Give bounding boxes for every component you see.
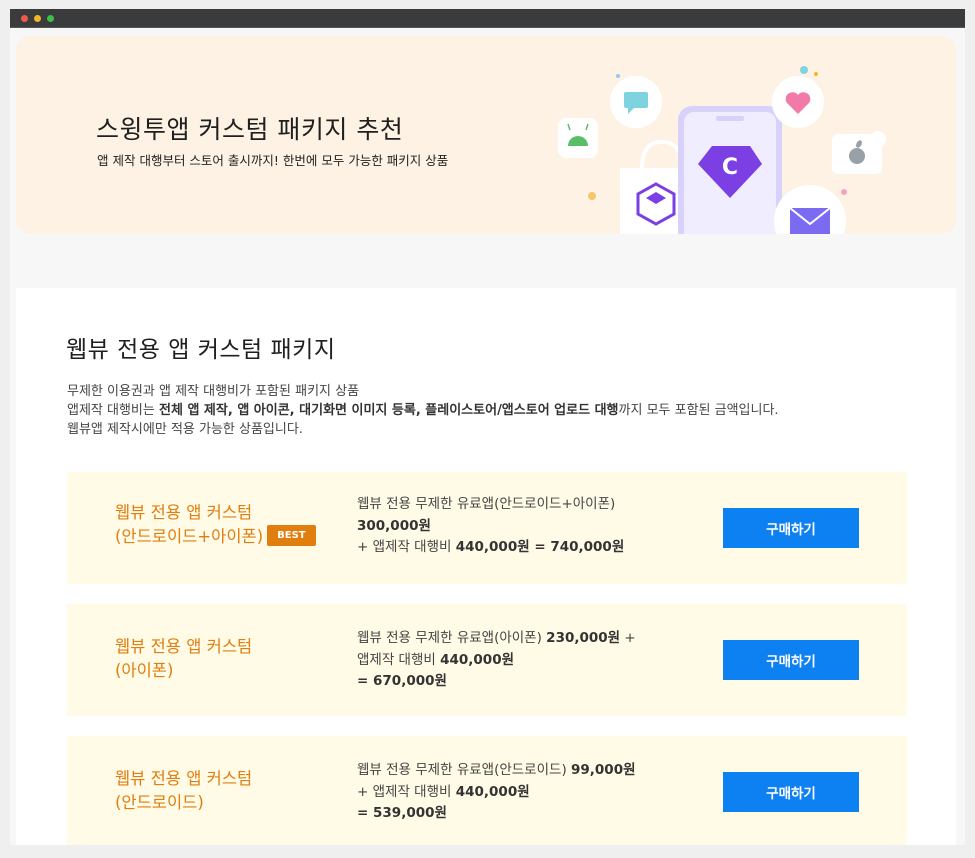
mail-icon: [774, 185, 846, 234]
package-name-line-2: (아이폰): [115, 661, 174, 680]
package-name: 웹뷰 전용 앱 커스텀 (아이폰): [115, 635, 252, 683]
decor-dot-icon: [588, 192, 596, 200]
banner-subtitle: 앱 제작 대행부터 스토어 출시까지! 한번에 모두 가능한 패키지 상품: [97, 153, 449, 168]
detail-total: = 670,000원: [357, 673, 447, 689]
banner-title: 스윙투앱 커스텀 패키지 추천: [96, 115, 404, 144]
buy-button[interactable]: 구매하기: [723, 772, 859, 812]
detail-line-1-text: 웹뷰 전용 무제한 유료앱(아이폰): [357, 630, 547, 646]
desc-line-2: 앱제작 대행비는 전체 앱 제작, 앱 아이콘, 대기화면 이미지 등록, 플레…: [67, 401, 779, 420]
desc-line-2-bold: 전체 앱 제작, 앱 아이콘, 대기화면 이미지 등록, 플레이스토어/앱스토어…: [159, 403, 619, 418]
detail-line-1: 웹뷰 전용 무제한 유료앱(안드로이드+아이폰): [357, 496, 616, 512]
banner-illustration: C: [558, 66, 886, 234]
package-name-line-1: 웹뷰 전용 앱 커스텀: [115, 769, 253, 788]
heart-icon: [772, 76, 824, 128]
minimize-window-button[interactable]: [34, 15, 41, 22]
package-detail: 웹뷰 전용 무제한 유료앱(아이폰) 230,000원 + 앱제작 대행비 44…: [357, 628, 636, 693]
android-icon: [558, 118, 598, 158]
detail-price: 99,000원: [571, 762, 636, 778]
titlebar-divider: [10, 27, 965, 28]
desc-line-1: 무제한 이용권과 앱 제작 대행비가 포함된 패키지 상품: [67, 384, 360, 399]
package-name-line-2: (안드로이드): [115, 793, 204, 812]
package-name-line-1: 웹뷰 전용 앱 커스텀: [115, 503, 253, 522]
package-name-line-1: 웹뷰 전용 앱 커스텀: [115, 637, 253, 656]
detail-total: = 539,000원: [357, 805, 447, 821]
detail-line-2-text: + 앱제작 대행비: [357, 783, 456, 800]
package-card-android-iphone: 웹뷰 전용 앱 커스텀 (안드로이드+아이폰) BEST 웹뷰 전용 무제한 유료…: [67, 472, 907, 584]
detail-line-2-text: 앱제작 대행비: [357, 651, 441, 668]
decor-dot-icon: [616, 74, 620, 78]
detail-total: 440,000원 = 740,000원: [455, 539, 625, 555]
close-window-button[interactable]: [21, 15, 28, 22]
detail-price: 300,000원: [357, 517, 431, 534]
promo-banner: 스윙투앱 커스텀 패키지 추천 앱 제작 대행부터 스토어 출시까지! 한번에 …: [16, 36, 956, 234]
decor-dot-icon: [814, 72, 818, 76]
desc-line-2-post: 까지 모두 포함된 금액입니다.: [618, 403, 779, 418]
detail-line-1-text: 웹뷰 전용 무제한 유료앱(안드로이드): [357, 762, 571, 778]
detail-line-1-tail: +: [620, 630, 636, 646]
package-section: 웹뷰 전용 앱 커스텀 패키지 무제한 이용권과 앱 제작 대행비가 포함된 패…: [16, 288, 956, 845]
package-name-line-2: (안드로이드+아이폰): [115, 527, 264, 546]
package-name: 웹뷰 전용 앱 커스텀 (안드로이드): [115, 767, 252, 815]
apple-icon: [832, 131, 886, 174]
phone-icon: C: [678, 106, 782, 234]
detail-fee: 440,000원: [455, 783, 530, 800]
buy-button[interactable]: 구매하기: [723, 640, 859, 680]
section-description: 무제한 이용권과 앱 제작 대행비가 포함된 패키지 상품 앱제작 대행비는 전…: [67, 382, 779, 439]
chat-icon: [610, 76, 662, 128]
desc-line-3: 웹뷰앱 제작시에만 적용 가능한 상품입니다.: [67, 422, 303, 437]
maximize-window-button[interactable]: [47, 15, 54, 22]
desc-line-2-pre: 앱제작 대행비는: [67, 403, 159, 418]
phone-badge-letter: C: [722, 155, 738, 180]
detail-line-3-text: + 앱제작 대행비: [357, 539, 456, 555]
section-title: 웹뷰 전용 앱 커스텀 패키지: [66, 337, 336, 363]
package-detail: 웹뷰 전용 무제한 유료앱(안드로이드+아이폰) 300,000원 + 앱제작 …: [357, 494, 624, 559]
window-titlebar: [10, 9, 965, 28]
package-card-iphone: 웹뷰 전용 앱 커스텀 (아이폰) 웹뷰 전용 무제한 유료앱(아이폰) 230…: [67, 604, 907, 716]
package-detail: 웹뷰 전용 무제한 유료앱(안드로이드) 99,000원 + 앱제작 대행비 4…: [357, 760, 636, 825]
decor-dot-icon: [800, 66, 808, 74]
package-name: 웹뷰 전용 앱 커스텀 (안드로이드+아이폰) BEST: [115, 501, 316, 549]
decor-dot-icon: [841, 189, 847, 195]
buy-button[interactable]: 구매하기: [723, 508, 859, 548]
detail-price: 230,000원: [546, 630, 621, 646]
detail-fee: 440,000원: [440, 651, 515, 668]
browser-window: 스윙투앱 커스텀 패키지 추천 앱 제작 대행부터 스토어 출시까지! 한번에 …: [10, 9, 965, 845]
best-badge: BEST: [267, 525, 316, 546]
package-card-android: 웹뷰 전용 앱 커스텀 (안드로이드) 웹뷰 전용 무제한 유료앱(안드로이드)…: [67, 736, 907, 845]
